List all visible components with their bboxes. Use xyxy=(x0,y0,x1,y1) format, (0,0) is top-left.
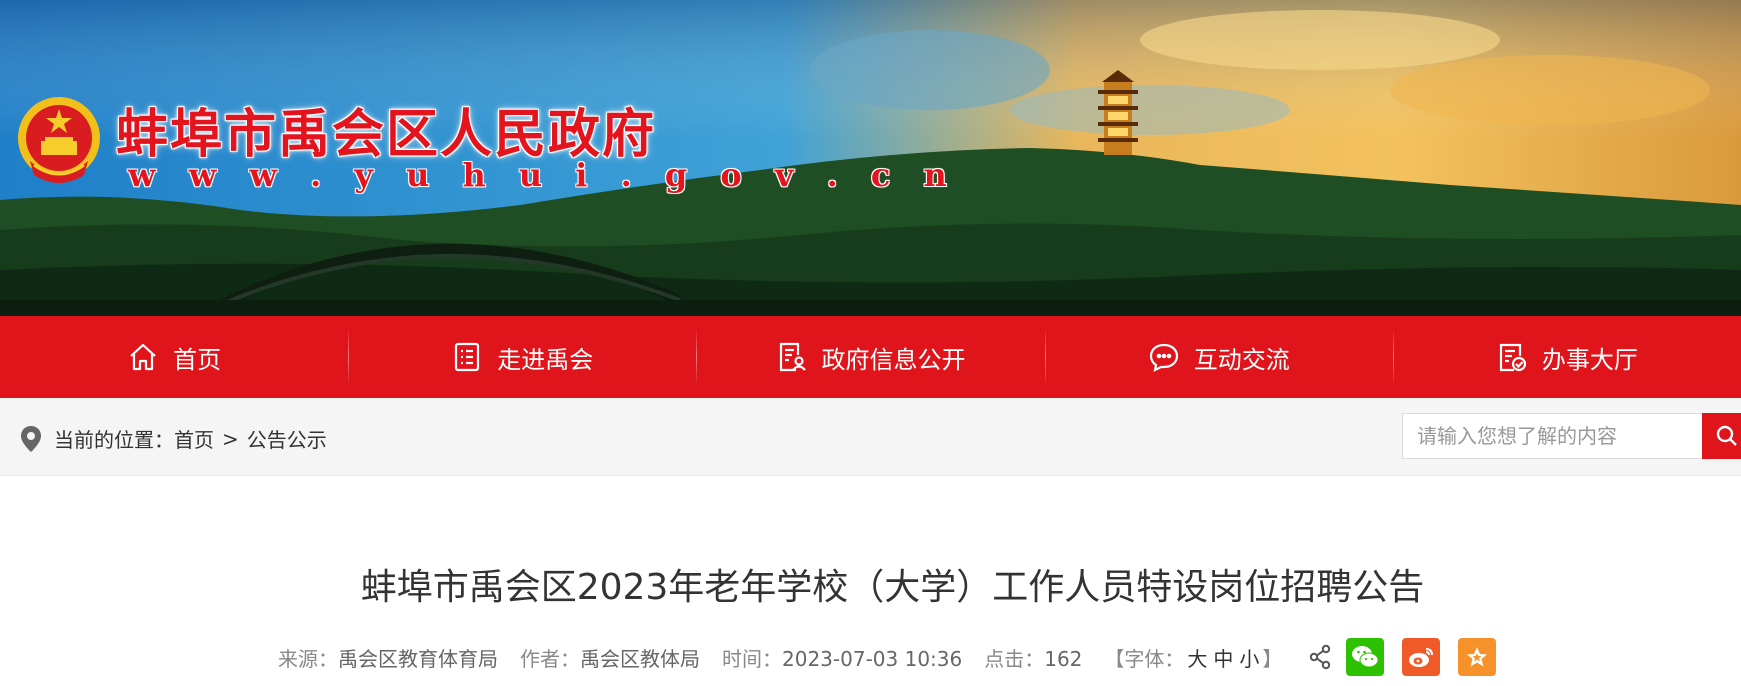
font-size-medium-button[interactable]: 中 xyxy=(1213,647,1233,671)
breadcrumb-separator: > xyxy=(222,426,239,451)
font-size-label: 【字体： xyxy=(1104,646,1185,671)
nav-item-label: 首页 xyxy=(173,345,222,374)
search-input[interactable] xyxy=(1402,413,1704,459)
share-weibo-button[interactable] xyxy=(1402,638,1441,676)
meta-source: 来源：禹会区教育体育局 xyxy=(278,643,498,672)
nav-item-home[interactable]: 首页 xyxy=(0,316,348,398)
share-wechat-button[interactable] xyxy=(1346,638,1385,676)
meta-author-value: 禹会区教体局 xyxy=(580,646,700,671)
nav-item-label: 办事大厅 xyxy=(1541,345,1638,374)
share-icon[interactable] xyxy=(1308,644,1332,670)
font-size-close-bracket: 】 xyxy=(1262,646,1283,671)
search-icon xyxy=(1716,425,1737,446)
nav-item-label: 互动交流 xyxy=(1193,345,1290,374)
breadcrumb-current-link[interactable]: 公告公示 xyxy=(247,424,327,453)
meta-clicks: 点击：162 xyxy=(984,643,1082,672)
home-icon xyxy=(130,343,156,371)
article-title: 蚌埠市禹会区2023年老年学校（大学）工作人员特设岗位招聘公告 xyxy=(360,567,1425,608)
clipboard-check-icon xyxy=(1499,343,1527,372)
meta-time: 时间：2023-07-03 10:36 xyxy=(722,643,962,672)
wechat-icon xyxy=(1352,646,1379,668)
meta-time-value: 2023-07-03 10:36 xyxy=(782,646,963,671)
meta-author-label: 作者： xyxy=(520,646,580,671)
meta-time-label: 时间： xyxy=(722,646,782,671)
list-icon xyxy=(455,342,480,372)
breadcrumb-home-link[interactable]: 首页 xyxy=(174,424,214,453)
header-banner: 蚌埠市禹会区人民政府 w w w . y u h u i . g o v . c… xyxy=(0,0,1741,316)
font-size-selector: 【字体：大中小】 xyxy=(1104,643,1282,672)
chat-bubble-icon xyxy=(1149,343,1178,372)
main-navigation: 首页 走进禹会 政府信息公开 互动交流 办事大厅 xyxy=(0,316,1741,398)
site-url: w w w . y u h u i . g o v . c n xyxy=(128,156,958,194)
nav-item-label: 政府信息公开 xyxy=(821,345,966,374)
nav-item-about[interactable]: 走进禹会 xyxy=(348,316,696,398)
national-emblem-logo xyxy=(18,97,100,183)
font-size-small-button[interactable]: 小 xyxy=(1239,647,1259,671)
meta-source-value: 禹会区教育体育局 xyxy=(338,646,498,671)
meta-clicks-value: 162 xyxy=(1044,646,1083,671)
nav-item-interaction[interactable]: 互动交流 xyxy=(1044,316,1393,398)
breadcrumb-bar: 当前的位置： 首页 > 公告公示 xyxy=(0,398,1741,476)
nav-item-label: 走进禹会 xyxy=(497,345,594,374)
meta-source-label: 来源： xyxy=(278,646,338,671)
search-button[interactable] xyxy=(1702,413,1741,459)
font-size-large-button[interactable]: 大 xyxy=(1187,647,1207,671)
article-meta: 来源：禹会区教育体育局 作者：禹会区教体局 时间：2023-07-03 10:3… xyxy=(278,638,1497,676)
favorite-button[interactable] xyxy=(1458,638,1497,676)
star-icon xyxy=(1467,647,1488,667)
breadcrumb: 当前的位置： 首页 > 公告公示 xyxy=(20,424,327,453)
meta-clicks-label: 点击： xyxy=(984,646,1045,671)
weibo-icon xyxy=(1409,648,1434,667)
meta-author: 作者：禹会区教体局 xyxy=(520,643,700,672)
nav-item-gov-info[interactable]: 政府信息公开 xyxy=(696,316,1044,398)
document-user-icon xyxy=(779,342,806,372)
location-pin-icon xyxy=(21,425,41,452)
nav-item-service-hall[interactable]: 办事大厅 xyxy=(1392,316,1741,398)
breadcrumb-prefix: 当前的位置： xyxy=(54,428,174,452)
